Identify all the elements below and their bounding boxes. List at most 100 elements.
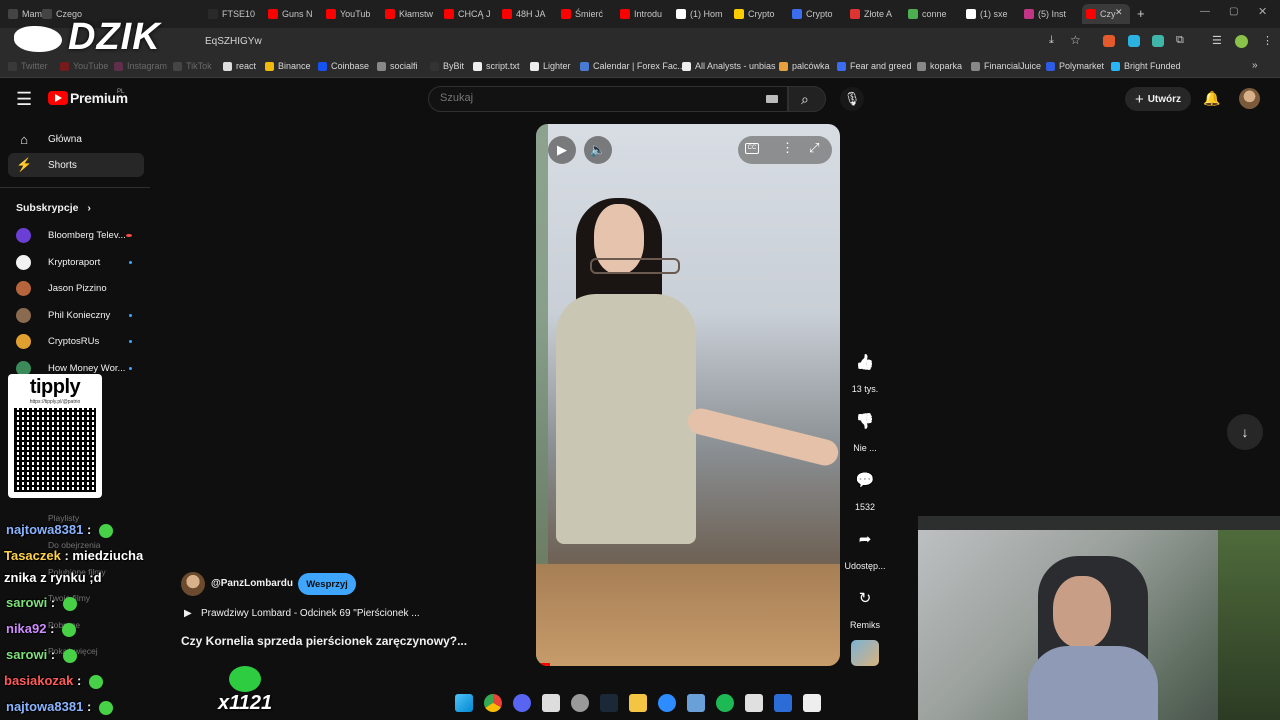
play-button[interactable]: ▶ xyxy=(548,136,576,164)
browser-tab[interactable]: YouTub xyxy=(326,4,382,24)
app-icon[interactable] xyxy=(774,694,792,712)
search-button[interactable]: ⌕ xyxy=(788,86,826,112)
bookmark-item[interactable]: Lighter xyxy=(530,61,571,71)
bookmark-item[interactable]: palcówka xyxy=(779,61,830,71)
browser-tab[interactable]: Śmierć xyxy=(561,4,617,24)
browser-tab[interactable]: FTSE10 xyxy=(208,4,264,24)
extension-fox-icon[interactable] xyxy=(1103,35,1115,47)
youtube-logo-icon[interactable] xyxy=(48,91,68,105)
thumbs-down-button[interactable]: 👎 Nie ... xyxy=(846,403,884,453)
steam-icon[interactable] xyxy=(600,694,618,712)
extensions-puzzle-icon[interactable]: ⧉ xyxy=(1176,34,1184,47)
bookmark-item[interactable]: TikTok xyxy=(173,61,212,71)
maximize-icon[interactable]: ▢ xyxy=(1229,6,1238,17)
bookmark-item[interactable]: ByBit xyxy=(430,61,464,71)
app-icon[interactable] xyxy=(542,694,560,712)
bookmark-item[interactable]: Fear and greed xyxy=(837,61,912,71)
notifications-bell-icon[interactable]: 🔔 xyxy=(1203,90,1220,107)
sidebar-item-home[interactable]: ⌂ Główna xyxy=(8,127,144,151)
subscription-item[interactable]: Bloomberg Telev... xyxy=(16,228,126,243)
subscription-item[interactable]: CryptosRUs xyxy=(16,334,99,350)
keyboard-icon[interactable] xyxy=(766,95,778,103)
bookmark-item[interactable]: YouTube xyxy=(60,61,108,71)
sound-thumbnail[interactable] xyxy=(851,640,879,666)
mute-button[interactable]: 🔈 xyxy=(584,136,612,164)
browser-tab[interactable]: 48H JA xyxy=(502,4,558,24)
folder-icon[interactable] xyxy=(629,694,647,712)
browser-tab[interactable]: Złote A xyxy=(850,4,906,24)
close-tab-icon[interactable]: ✕ xyxy=(1115,7,1123,18)
subscriptions-heading[interactable]: Subskrypcje › xyxy=(16,202,91,214)
url-text[interactable]: EqSZHIGYw xyxy=(205,36,262,47)
bookmark-item[interactable]: Bright Funded xyxy=(1111,61,1181,71)
more-bookmarks-icon[interactable]: » xyxy=(1252,60,1258,71)
voice-search-icon[interactable]: 🎙 xyxy=(840,87,864,111)
browser-tab[interactable]: Guns N xyxy=(268,4,324,24)
share-button[interactable]: ➦ Udostęp... xyxy=(840,521,890,571)
shorts-video-player[interactable] xyxy=(536,124,840,666)
browser-tab[interactable]: Kłamstw xyxy=(385,4,441,24)
subscription-item[interactable]: Jason Pizzino xyxy=(16,281,107,297)
fullscreen-icon[interactable]: ⤢ xyxy=(809,140,819,156)
bookmark-item[interactable]: script.txt xyxy=(473,61,520,71)
browser-tab[interactable]: Crypto xyxy=(734,4,790,24)
browser-tab[interactable]: (1) Hom xyxy=(676,4,732,24)
windows-start-icon[interactable] xyxy=(455,694,473,712)
browser-tab[interactable]: Czy xyxy=(1082,4,1130,24)
browser-tab[interactable]: CHCĄ J xyxy=(444,4,500,24)
extension-icon[interactable] xyxy=(1128,35,1140,47)
browser-menu-icon[interactable]: ⋮ xyxy=(1262,34,1273,47)
minimize-icon[interactable]: — xyxy=(1200,6,1210,17)
bookmark-item[interactable]: Calendar | Forex Fac... xyxy=(580,61,685,71)
sidebar-item-shorts[interactable]: ⚡ Shorts xyxy=(8,153,144,177)
subscription-item[interactable]: Kryptoraport xyxy=(16,254,100,270)
browser-tab[interactable]: conne xyxy=(908,4,964,24)
bookmark-item[interactable]: koparka xyxy=(917,61,962,71)
spotify-icon[interactable] xyxy=(716,694,734,712)
video-progress-bar[interactable] xyxy=(536,663,550,666)
menu-icon[interactable]: ☰ xyxy=(16,89,32,110)
close-window-icon[interactable]: ✕ xyxy=(1258,5,1267,18)
bookmark-item[interactable]: FinancialJuice xyxy=(971,61,1041,71)
channel-name[interactable]: @PanzLombardu xyxy=(211,578,293,589)
remix-button[interactable]: ↻ Remiks xyxy=(846,580,884,630)
bookmark-item[interactable]: react xyxy=(223,61,256,71)
channel-avatar[interactable] xyxy=(181,572,205,596)
bookmark-item[interactable]: Binance xyxy=(265,61,311,71)
short-title[interactable]: Czy Kornelia sprzeda pierścionek zaręczy… xyxy=(181,634,467,648)
tab-search-icon[interactable]: ☰ xyxy=(1212,34,1222,47)
chrome-icon[interactable] xyxy=(484,694,502,712)
subscription-item[interactable]: Phil Konieczny xyxy=(16,307,110,323)
thumbs-up-button[interactable]: 👍 13 tys. xyxy=(846,344,884,394)
search-input[interactable] xyxy=(440,92,740,104)
captions-icon[interactable]: CC xyxy=(745,143,759,154)
discord-icon[interactable] xyxy=(513,694,531,712)
browser-tab[interactable]: (5) Inst xyxy=(1024,4,1080,24)
app-icon[interactable] xyxy=(658,694,676,712)
obs-icon[interactable] xyxy=(571,694,589,712)
bookmark-item[interactable]: Coinbase xyxy=(318,61,369,71)
browser-tab[interactable]: Introdu xyxy=(620,4,676,24)
app-icon[interactable] xyxy=(687,694,705,712)
profile-avatar[interactable] xyxy=(1235,35,1248,48)
bookmark-item[interactable]: Polymarket xyxy=(1046,61,1104,71)
bookmark-item[interactable]: Twitter xyxy=(8,61,48,71)
next-short-button[interactable]: ↓ xyxy=(1227,414,1263,450)
support-button[interactable]: Wesprzyj xyxy=(298,573,356,595)
bookmark-star-icon[interactable]: ☆ xyxy=(1070,33,1081,47)
install-app-icon[interactable]: ⤓ xyxy=(1049,34,1054,47)
browser-tab[interactable]: (1) sxe xyxy=(966,4,1022,24)
browser-tab[interactable]: Crypto xyxy=(792,4,848,24)
app-icon[interactable] xyxy=(745,694,763,712)
more-options-icon[interactable]: ⋮ xyxy=(781,140,794,156)
create-button[interactable]: + Utwórz xyxy=(1125,87,1191,111)
bookmark-item[interactable]: socialfi xyxy=(377,61,418,71)
playlist-link[interactable]: Prawdziwy Lombard - Odcinek 69 "Pierścio… xyxy=(201,608,420,619)
bookmark-item[interactable]: Instagram xyxy=(114,61,167,71)
new-tab-icon[interactable]: + xyxy=(1137,6,1145,21)
notepad-icon[interactable] xyxy=(803,694,821,712)
comments-button[interactable]: 💬 1532 xyxy=(846,462,884,512)
extension-icon[interactable] xyxy=(1152,35,1164,47)
account-avatar[interactable] xyxy=(1239,88,1260,109)
bookmark-item[interactable]: All Analysts - unbias xyxy=(682,61,776,71)
